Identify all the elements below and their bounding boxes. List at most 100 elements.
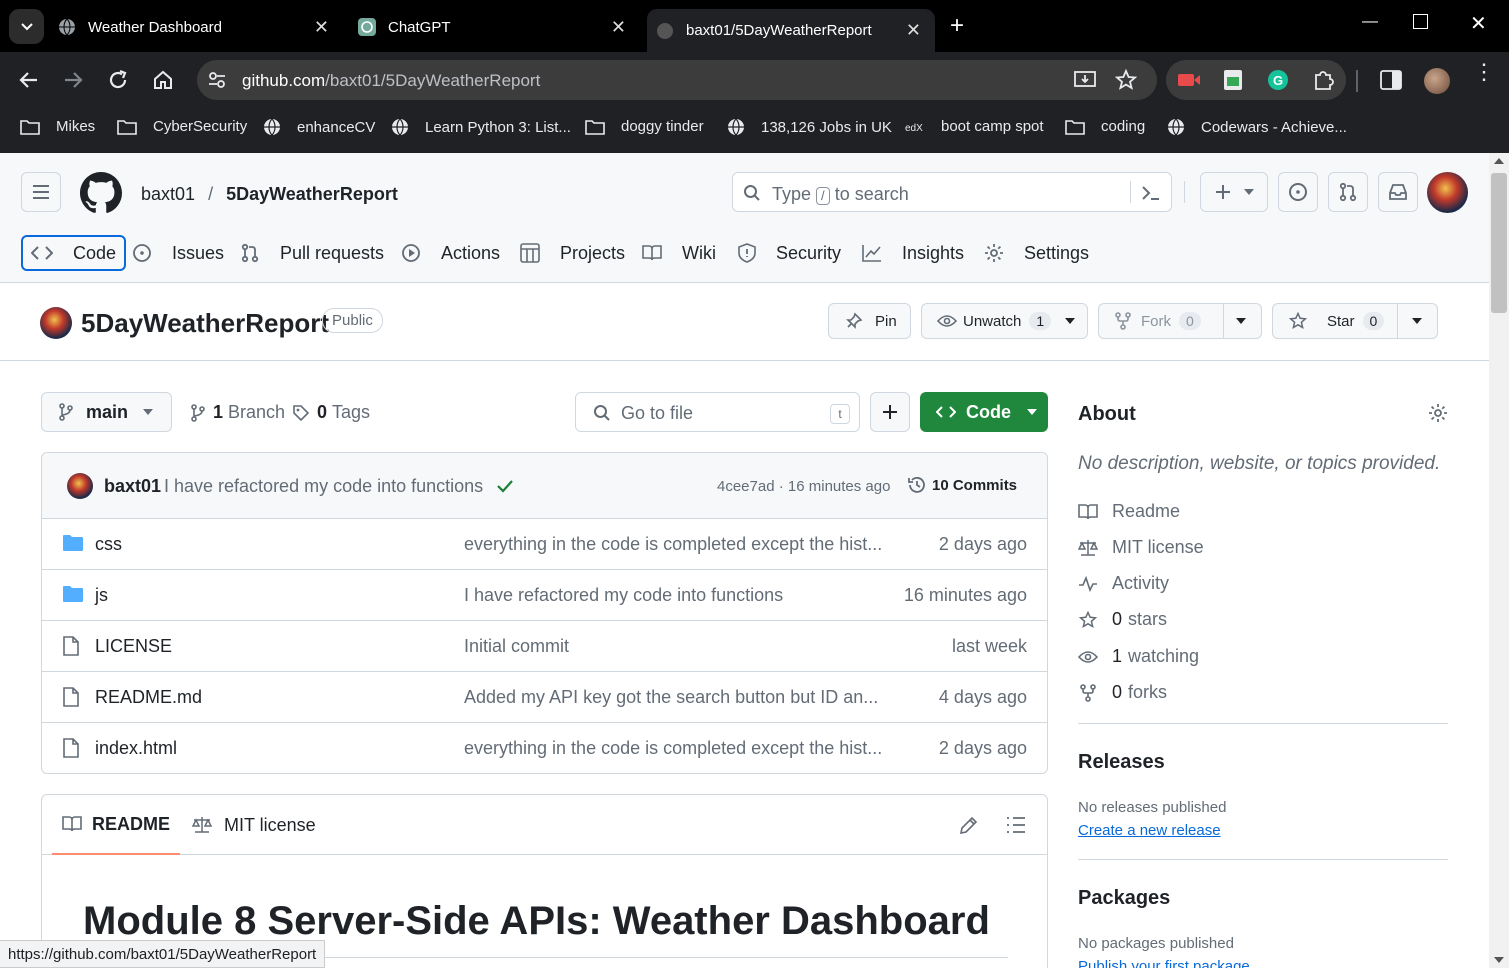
bookmark-item[interactable]: edX boot camp spot: [905, 118, 1044, 135]
menu-button[interactable]: [21, 172, 61, 212]
about-activity-link[interactable]: Activity: [1078, 573, 1169, 594]
tab-chatgpt[interactable]: ChatGPT ✕: [358, 9, 640, 45]
browser-menu-icon[interactable]: ⋮: [1473, 61, 1495, 83]
reload-icon[interactable]: [106, 68, 130, 92]
branch-selector[interactable]: main: [41, 392, 172, 432]
tab-settings[interactable]: Settings: [984, 235, 1089, 271]
minimize-icon[interactable]: —: [1362, 13, 1378, 31]
commit-author[interactable]: baxt01: [104, 476, 161, 497]
close-tab-icon[interactable]: ✕: [314, 17, 329, 38]
outline-list-icon[interactable]: [1006, 816, 1026, 834]
releases-title[interactable]: Releases: [1078, 751, 1165, 774]
branches-link[interactable]: 1 Branch: [190, 402, 285, 423]
triangle-down-icon[interactable]: [1412, 318, 1422, 324]
grammarly-extension-icon[interactable]: G: [1267, 69, 1289, 91]
bookmark-item[interactable]: coding: [1065, 118, 1145, 135]
breadcrumb-owner[interactable]: baxt01: [141, 184, 195, 204]
create-new-button[interactable]: [1200, 172, 1268, 212]
file-row[interactable]: css everything in the code is completed e…: [42, 519, 1047, 570]
file-name[interactable]: index.html: [95, 738, 177, 759]
close-window-icon[interactable]: ✕: [1470, 11, 1487, 36]
add-file-button[interactable]: [870, 392, 910, 432]
commits-link[interactable]: 10 Commits: [907, 475, 1017, 495]
unwatch-button[interactable]: Unwatch 1: [921, 303, 1088, 339]
check-icon[interactable]: [496, 479, 514, 493]
triangle-down-icon[interactable]: [1236, 318, 1246, 324]
about-stars-link[interactable]: 0 stars: [1078, 609, 1167, 630]
fork-button[interactable]: Fork 0: [1098, 303, 1262, 339]
file-row[interactable]: README.md Added my API key got the search…: [42, 672, 1047, 723]
file-name[interactable]: css: [95, 534, 122, 555]
side-panel-icon[interactable]: [1380, 70, 1402, 90]
code-dropdown-button[interactable]: Code: [920, 392, 1048, 432]
commit-message[interactable]: I have refactored my code into functions: [164, 476, 483, 497]
tab-search-button[interactable]: [9, 9, 44, 44]
about-forks-link[interactable]: 0 forks: [1078, 682, 1167, 703]
file-name[interactable]: README.md: [95, 687, 202, 708]
gear-icon[interactable]: [1428, 403, 1448, 423]
tab-projects[interactable]: Projects: [520, 235, 625, 271]
about-readme-link[interactable]: Readme: [1078, 501, 1180, 522]
publish-package-link[interactable]: Publish your first package: [1078, 958, 1250, 968]
file-commit-message[interactable]: Added my API key got the search button b…: [464, 687, 878, 708]
file-name[interactable]: js: [95, 585, 108, 606]
file-name[interactable]: LICENSE: [95, 636, 172, 657]
pull-requests-button[interactable]: [1328, 172, 1368, 212]
page-scrollbar[interactable]: [1489, 153, 1509, 968]
scroll-up-icon[interactable]: [1494, 158, 1504, 164]
bookmark-item[interactable]: CyberSecurity: [117, 118, 247, 135]
star-button[interactable]: Star 0: [1272, 303, 1438, 339]
new-tab-icon[interactable]: +: [950, 12, 964, 40]
file-commit-message[interactable]: everything in the code is completed exce…: [464, 738, 882, 759]
tab-wiki[interactable]: Wiki: [642, 235, 716, 271]
extensions-puzzle-icon[interactable]: [1312, 69, 1334, 91]
global-search-input[interactable]: Type / to search: [732, 172, 1172, 212]
about-watching-link[interactable]: 1 watching: [1078, 646, 1199, 667]
file-row[interactable]: js I have refactored my code into functio…: [42, 570, 1047, 621]
file-row[interactable]: LICENSE Initial commit last week: [42, 621, 1047, 672]
issues-button[interactable]: [1278, 172, 1318, 212]
home-icon[interactable]: [151, 68, 175, 92]
pin-button[interactable]: Pin: [828, 303, 911, 339]
screen-recorder-extension-icon[interactable]: [1178, 70, 1200, 90]
tab-license[interactable]: MIT license: [192, 795, 316, 855]
bookmark-item[interactable]: Mikes: [20, 118, 95, 135]
close-tab-icon[interactable]: ✕: [906, 20, 921, 41]
tab-weather-dashboard[interactable]: Weather Dashboard ✕: [58, 9, 343, 45]
file-commit-message[interactable]: I have refactored my code into functions: [464, 585, 783, 606]
go-to-file-input[interactable]: Go to file t: [575, 392, 860, 432]
tab-github-repo[interactable]: baxt01/5DayWeatherReport ✕: [647, 9, 935, 52]
maximize-icon[interactable]: [1413, 14, 1428, 29]
repo-name[interactable]: 5DayWeatherReport: [81, 308, 329, 339]
bookmark-item[interactable]: enhanceCV: [263, 118, 375, 136]
forward-icon[interactable]: [61, 68, 85, 92]
commit-sha-time[interactable]: 4cee7ad · 16 minutes ago: [717, 478, 890, 495]
profile-avatar[interactable]: [1424, 68, 1450, 94]
bookmark-item[interactable]: Learn Python 3: List...: [391, 118, 571, 136]
address-bar[interactable]: github.com/baxt01/5DayWeatherReport: [197, 60, 1157, 100]
file-commit-message[interactable]: everything in the code is completed exce…: [464, 534, 882, 555]
bookmark-star-icon[interactable]: [1115, 69, 1137, 91]
scroll-down-icon[interactable]: [1494, 957, 1504, 963]
close-tab-icon[interactable]: ✕: [611, 17, 626, 38]
inbox-button[interactable]: [1378, 172, 1418, 212]
about-license-link[interactable]: MIT license: [1078, 537, 1204, 558]
packages-title[interactable]: Packages: [1078, 887, 1170, 910]
bookmark-item[interactable]: 138,126 Jobs in UK: [727, 118, 892, 136]
breadcrumb-repo[interactable]: 5DayWeatherReport: [226, 184, 398, 204]
bookmark-item[interactable]: Codewars - Achieve...: [1167, 118, 1347, 136]
user-avatar[interactable]: [1427, 172, 1468, 213]
tab-code[interactable]: Code: [21, 235, 127, 271]
tab-security[interactable]: Security: [738, 235, 841, 271]
site-settings-icon[interactable]: [206, 69, 228, 91]
sheets-extension-icon[interactable]: [1223, 69, 1243, 91]
back-icon[interactable]: [17, 68, 41, 92]
github-logo-icon[interactable]: [80, 172, 122, 214]
tab-readme[interactable]: README: [52, 795, 181, 855]
tab-insights[interactable]: Insights: [862, 235, 964, 271]
file-commit-message[interactable]: Initial commit: [464, 636, 569, 657]
command-palette-icon[interactable]: [1141, 184, 1161, 202]
tags-link[interactable]: 0 Tags: [292, 402, 370, 423]
scrollbar-thumb[interactable]: [1491, 173, 1507, 313]
create-release-link[interactable]: Create a new release: [1078, 822, 1221, 839]
